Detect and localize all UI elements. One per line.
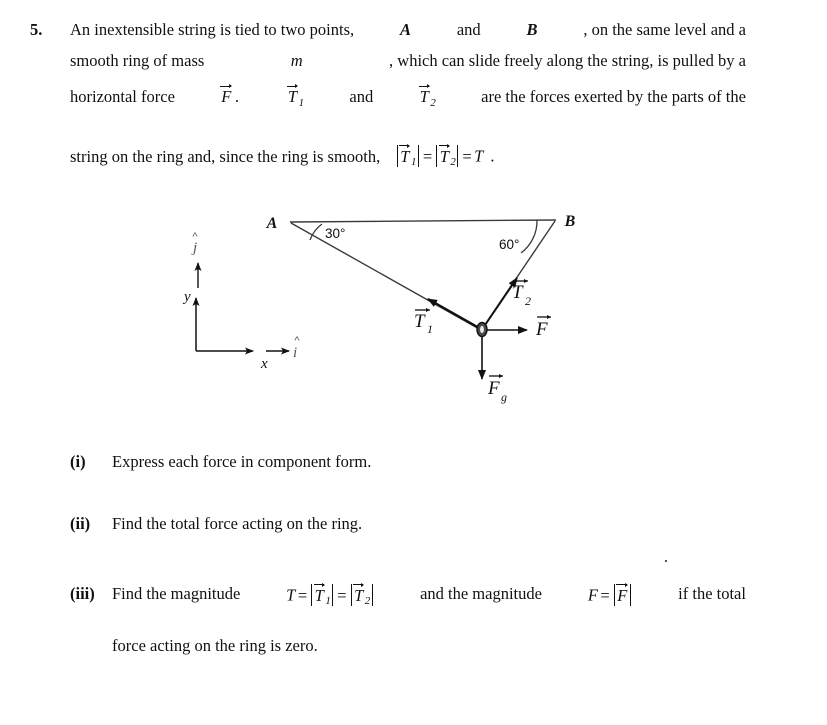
angle-label-60: 60° xyxy=(499,237,519,252)
equals-sign: = xyxy=(297,585,308,605)
magnitude-F-expression: F = F xyxy=(587,582,633,607)
stem-text: smooth ring of mass xyxy=(70,51,205,70)
vector-label-T1-subscript: 1 xyxy=(427,322,433,336)
vector-T2-subscript: 2 xyxy=(364,595,371,608)
vector-T1-symbol: T xyxy=(400,146,410,166)
mass-symbol-m: m xyxy=(290,51,303,70)
i-hat-label: i xyxy=(293,345,297,361)
vector-F-inline: F. xyxy=(220,84,241,107)
vector-label-F: F xyxy=(535,315,551,340)
vector-T2-subscript: 2 xyxy=(450,156,456,169)
vector-T2-symbol: T xyxy=(354,585,364,605)
vector-label-Fg-subscript: g xyxy=(501,390,507,404)
vector-label-T1: T 1 xyxy=(414,308,433,336)
stem-line-1: An inextensible string is tied to two po… xyxy=(70,20,746,51)
part-i: (i) Express each force in component form… xyxy=(70,452,371,472)
vector-T2-subscript: 2 xyxy=(430,96,436,109)
part-iii-text-cont: force acting on the ring is zero. xyxy=(112,636,318,655)
string-segment-AB xyxy=(289,219,557,223)
part-iii-text-post: if the total xyxy=(678,584,746,603)
stem-text: and xyxy=(349,87,374,106)
vector-T1-subscript: 1 xyxy=(298,96,305,109)
vector-T1-symbol: T xyxy=(287,87,298,106)
part-iii-body: Find the magnitude T = T 1 = T 2 and the magni… xyxy=(112,582,746,608)
tension-symbol-T: T xyxy=(474,146,484,166)
part-iii-text-pre: Find the magnitude xyxy=(112,584,241,603)
part-iii: (iii) Find the magnitude T = T 1 = T 2 and the… xyxy=(70,582,746,608)
stem-text: An inextensible string is tied to two po… xyxy=(70,20,355,39)
period: . xyxy=(234,87,240,106)
magnitude-equality-expression: T 1 = T 2 = T. xyxy=(395,143,495,169)
equals-sign: = xyxy=(422,146,433,166)
stem-text: , on the same level and a xyxy=(583,20,746,39)
vector-F-symbol: F xyxy=(221,87,232,106)
vector-F-symbol: F xyxy=(617,585,628,605)
part-i-marker: (i) xyxy=(70,452,86,471)
vector-T2-inline: T2 xyxy=(418,84,436,109)
vector-T1-subscript: 1 xyxy=(410,156,417,169)
point-label-B: B xyxy=(526,20,538,39)
stem-line-4: string on the ring and, since the ring i… xyxy=(70,143,746,175)
part-ii-text: Find the total force acting on the ring. xyxy=(112,514,363,533)
tension-symbol-T: T xyxy=(286,585,296,605)
diagram-label-B: B xyxy=(564,213,576,230)
part-iii-marker: (iii) xyxy=(70,584,95,603)
i-hat-caret-icon: ^ xyxy=(294,335,300,347)
equals-sign: = xyxy=(462,146,472,166)
force-symbol-F: F xyxy=(587,585,598,605)
force-diagram: A B 30° 60° T 1 T 2 F F g y x j ^ i ^ xyxy=(182,213,576,404)
vector-T1-inline: T1 xyxy=(286,84,305,109)
diagram-label-A: A xyxy=(266,215,278,232)
period: . xyxy=(490,146,495,166)
vector-label-Fg-symbol: F xyxy=(487,378,500,399)
vector-label-F-symbol: F xyxy=(535,319,548,340)
coordinate-axes: y x j ^ i ^ xyxy=(182,231,300,372)
vector-label-T2: T 2 xyxy=(512,279,531,308)
vector-label-T1-symbol: T xyxy=(414,311,426,332)
angle-label-30: 30° xyxy=(325,226,345,241)
question-stem: An inextensible string is tied to two po… xyxy=(70,20,746,175)
x-axis-label: x xyxy=(260,356,268,372)
question-number: 5. xyxy=(30,20,43,39)
vector-T1-symbol: T xyxy=(314,585,324,605)
part-ii: (ii) Find the total force acting on the … xyxy=(70,514,362,534)
stem-text: and xyxy=(456,20,481,39)
part-ii-marker: (ii) xyxy=(70,514,91,533)
stem-text: horizontal force xyxy=(70,87,175,106)
vector-T2-symbol: T xyxy=(419,87,429,106)
point-label-A: A xyxy=(399,20,411,39)
stem-text: , which can slide freely along the strin… xyxy=(389,51,746,70)
ring-bead-hole xyxy=(480,325,484,334)
part-iii-continuation: force acting on the ring is zero. xyxy=(112,636,318,656)
magnitude-T-expression: T = T 1 = T 2 xyxy=(286,582,374,608)
vector-T1-subscript: 1 xyxy=(325,595,331,608)
part-iii-text-mid: and the magnitude xyxy=(420,584,542,603)
part-i-text: Express each force in component form. xyxy=(112,452,372,471)
print-speck xyxy=(665,560,667,562)
equals-sign: = xyxy=(337,585,347,605)
vector-label-Fg: F g xyxy=(487,374,507,404)
stem-line-3: horizontal force F. T1 and T2 are the fo… xyxy=(70,84,746,145)
j-hat-caret-icon: ^ xyxy=(192,231,198,243)
stem-text: string on the ring and, since the ring i… xyxy=(70,146,381,166)
stem-line-2: smooth ring of mass m , which can slide … xyxy=(70,51,746,87)
stem-text: are the forces exerted by the parts of t… xyxy=(481,87,746,106)
vector-label-T2-symbol: T xyxy=(512,282,524,303)
y-axis-label: y xyxy=(182,289,191,305)
vector-T2-symbol: T xyxy=(439,146,449,166)
angle-arc-60 xyxy=(520,219,538,254)
force-vector-T1 xyxy=(427,298,482,330)
vector-label-T2-subscript: 2 xyxy=(525,294,531,308)
equals-sign: = xyxy=(600,585,610,605)
